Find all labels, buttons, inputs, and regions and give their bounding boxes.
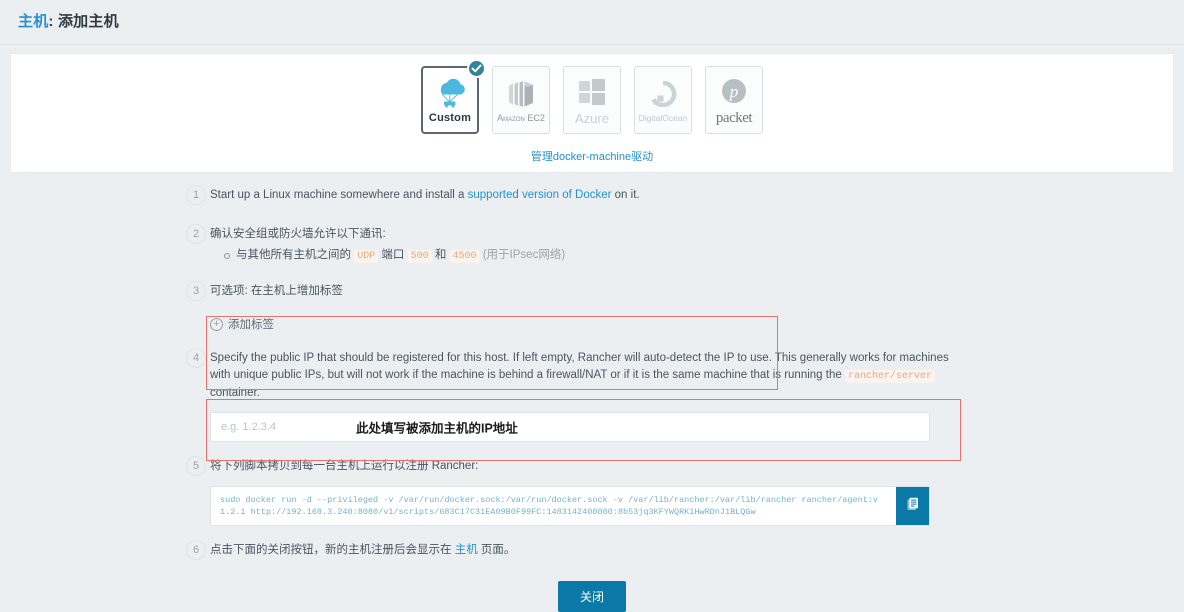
step-number-6: 6: [186, 540, 206, 560]
add-label-button-text: 添加标签: [228, 319, 274, 331]
step-6-body: 点击下面的关闭按钮，新的主机注册后会显示在 主机 页面。: [210, 542, 960, 559]
digitalocean-icon: [649, 77, 677, 111]
page-title-suffix: 添加主机: [57, 13, 119, 30]
amazon-ec2-icon: [505, 77, 537, 111]
public-ip-input-placeholder: e.g. 1.2.3.4: [221, 421, 277, 433]
step-4-text-after: container.: [210, 387, 260, 399]
copy-script-button[interactable]: [896, 487, 929, 525]
step-number-3: 3: [186, 281, 206, 301]
plus-circle-icon: +: [210, 317, 223, 331]
step-2: 2 确认安全组或防火墙允许以下通讯: 与其他所有主机之间的 UDP 端口 500…: [186, 224, 1184, 265]
clipboard-copy-icon: [906, 497, 920, 515]
page-header: 主机: 添加主机: [0, 0, 1184, 38]
step-number-4: 4: [186, 348, 206, 368]
registration-script-box: sudo docker run -d --privileged -v /var/…: [210, 486, 930, 526]
windows-azure-icon: [577, 75, 607, 109]
driver-card-amazon-ec2[interactable]: Amazon EC2: [492, 66, 550, 134]
step-number-1: 1: [186, 185, 206, 205]
step-2-bullet-after: (用于IPsec网络): [479, 249, 566, 261]
step-3-heading: 可选项: 在主机上增加标签: [210, 285, 343, 297]
code-port-500: 500: [407, 250, 432, 263]
svg-text:p: p: [729, 82, 739, 101]
driver-card-packet[interactable]: p packet: [705, 66, 763, 134]
add-label-button[interactable]: + 添加标签: [210, 316, 274, 332]
step-number-2: 2: [186, 224, 206, 244]
header-divider: [0, 44, 1184, 45]
check-icon: [467, 59, 486, 78]
close-button[interactable]: 关闭: [557, 581, 626, 612]
step-4-body: Specify the public IP that should be reg…: [210, 350, 960, 442]
step-1-text-before: Start up a Linux machine somewhere and i…: [210, 189, 468, 201]
step-6: 6 点击下面的关闭按钮，新的主机注册后会显示在 主机 页面。: [186, 540, 1184, 560]
hosts-page-link[interactable]: 主机: [455, 544, 478, 556]
driver-card-list: Custom Amazon EC2 Azure DigitalOcean p p…: [11, 59, 1173, 134]
steps-list: 1 Start up a Linux machine somewhere and…: [0, 185, 1184, 560]
manage-drivers-row: 管理docker-machine驱动: [11, 148, 1173, 164]
step-2-bullet-before: 与其他所有主机之间的: [236, 249, 355, 261]
page-title: 主机: 添加主机: [18, 10, 1184, 31]
cloud-parachute-icon: [432, 76, 468, 110]
step-number-5: 5: [186, 456, 206, 476]
driver-card-azure[interactable]: Azure: [563, 66, 621, 134]
step-1-text: Start up a Linux machine somewhere and i…: [210, 187, 960, 204]
step-6-text-before: 点击下面的关闭按钮，新的主机注册后会显示在: [210, 544, 455, 556]
step-5: 5 将下列脚本拷贝到每一台主机上运行以注册 Rancher: sudo dock…: [186, 456, 1184, 526]
registration-script-text[interactable]: sudo docker run -d --privileged -v /var/…: [211, 487, 896, 525]
step-5-body: 将下列脚本拷贝到每一台主机上运行以注册 Rancher: sudo docker…: [210, 458, 960, 526]
step-1-body: Start up a Linux machine somewhere and i…: [210, 187, 960, 204]
step-1-text-after: on it.: [611, 189, 640, 201]
driver-card-label-custom: Custom: [428, 112, 472, 124]
step-3-body: 可选项: 在主机上增加标签 + 添加标签: [210, 283, 960, 332]
docker-supported-version-link[interactable]: supported version of Docker: [468, 189, 612, 201]
ip-annotation-text: 此处填写被添加主机的IP地址: [356, 421, 518, 436]
footer-actions: 关闭: [0, 581, 1184, 612]
driver-card-label-amazon-ec2: Amazon EC2: [497, 113, 545, 123]
public-ip-input[interactable]: e.g. 1.2.3.4 此处填写被添加主机的IP地址: [210, 412, 930, 442]
step-4-text: Specify the public IP that should be reg…: [210, 350, 960, 402]
step-6-text: 点击下面的关闭按钮，新的主机注册后会显示在 主机 页面。: [210, 542, 960, 559]
step-2-bullet-udp: 与其他所有主机之间的 UDP 端口 500 和 4500 (用于IPsec网络): [224, 247, 960, 265]
driver-card-digitalocean[interactable]: DigitalOcean: [634, 66, 692, 134]
step-2-heading: 确认安全组或防火墙允许以下通讯:: [210, 228, 386, 240]
code-rancher-server: rancher/server: [844, 370, 935, 383]
step-1: 1 Start up a Linux machine somewhere and…: [186, 185, 1184, 205]
code-udp: UDP: [354, 250, 379, 263]
step-2-body: 确认安全组或防火墙允许以下通讯: 与其他所有主机之间的 UDP 端口 500 和…: [210, 226, 960, 265]
packet-icon: p: [720, 74, 748, 108]
step-4-text-before: Specify the public IP that should be reg…: [210, 352, 949, 381]
page-title-separator: :: [48, 13, 58, 30]
code-port-4500: 4500: [449, 250, 480, 263]
step-4: 4 Specify the public IP that should be r…: [186, 348, 1184, 442]
driver-card-custom[interactable]: Custom: [421, 59, 486, 134]
step-2-bullet-mid2: 和: [431, 249, 450, 261]
driver-selection-panel: Custom Amazon EC2 Azure DigitalOcean p p…: [10, 53, 1174, 173]
manage-docker-machine-drivers-link[interactable]: 管理docker-machine驱动: [531, 151, 653, 163]
driver-card-label-digitalocean: DigitalOcean: [638, 113, 688, 123]
driver-card-label-azure: Azure: [575, 110, 609, 126]
driver-card-label-packet: packet: [715, 109, 753, 126]
step-3: 3 可选项: 在主机上增加标签 + 添加标签: [186, 281, 1184, 332]
step-5-heading: 将下列脚本拷贝到每一台主机上运行以注册 Rancher:: [210, 460, 479, 472]
step-6-text-after: 页面。: [477, 544, 516, 556]
page-title-prefix: 主机: [18, 13, 49, 30]
step-2-bullet-mid1: 端口: [378, 249, 408, 261]
